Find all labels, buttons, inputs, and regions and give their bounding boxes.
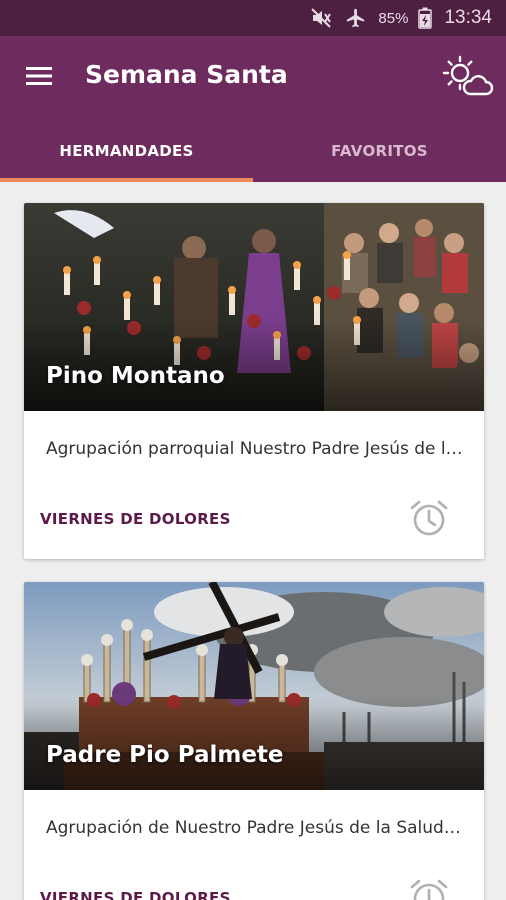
tab-bar: HERMANDADES FAVORITOS bbox=[0, 120, 506, 182]
hermandad-card[interactable]: Pino Montano Agrupación parroquial Nuest… bbox=[24, 203, 484, 559]
hermandad-name: Pino Montano bbox=[46, 363, 225, 389]
procession-day[interactable]: VIERNES DE DOLORES bbox=[40, 510, 231, 528]
battery-percent: 85% bbox=[378, 9, 409, 27]
hermandades-list[interactable]: Pino Montano Agrupación parroquial Nuest… bbox=[0, 182, 506, 900]
app-bar: Semana Santa HERMANDADES FAVORITOS bbox=[0, 36, 506, 182]
clock: 13:34 bbox=[444, 7, 492, 28]
alarm-clock-icon bbox=[410, 500, 448, 536]
alarm-clock-icon bbox=[410, 879, 448, 900]
weather-sun-cloud-icon bbox=[442, 55, 494, 96]
hermandad-card[interactable]: Padre Pio Palmete Agrupación de Nuestro … bbox=[24, 582, 484, 900]
battery-charging-icon bbox=[418, 7, 433, 29]
hermandad-description: Agrupación parroquial Nuestro Padre Jesú… bbox=[46, 439, 466, 459]
weather-button[interactable] bbox=[440, 54, 494, 98]
menu-button[interactable] bbox=[22, 60, 56, 92]
tab-favoritos[interactable]: FAVORITOS bbox=[253, 120, 506, 182]
toolbar: Semana Santa bbox=[0, 36, 506, 116]
hermandad-name: Padre Pio Palmete bbox=[46, 742, 284, 768]
tab-hermandades[interactable]: HERMANDADES bbox=[0, 120, 253, 182]
hermandad-description: Agrupación de Nuestro Padre Jesús de la … bbox=[46, 818, 466, 838]
procession-day[interactable]: VIERNES DE DOLORES bbox=[40, 889, 231, 900]
airplane-mode-icon bbox=[344, 7, 368, 29]
alarm-button[interactable] bbox=[408, 497, 450, 539]
page-title: Semana Santa bbox=[85, 60, 288, 89]
status-bar: 85% 13:34 bbox=[0, 0, 506, 36]
mute-icon bbox=[310, 7, 334, 29]
hamburger-menu-icon bbox=[26, 67, 52, 85]
alarm-button[interactable] bbox=[408, 876, 450, 900]
